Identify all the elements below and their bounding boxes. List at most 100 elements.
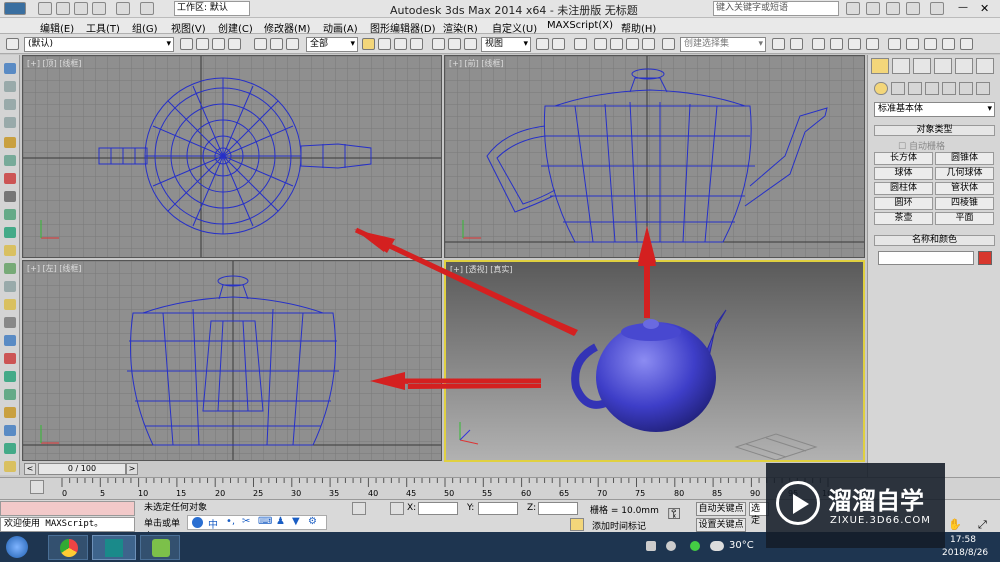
- shapes-icon[interactable]: [891, 82, 905, 95]
- add-time-tag[interactable]: 添加时间标记: [592, 519, 646, 532]
- pyramid-button[interactable]: 四棱锥: [935, 197, 994, 210]
- tool-icon-7[interactable]: [4, 173, 16, 184]
- set-key-mode-icon[interactable]: ⚿: [668, 504, 690, 526]
- teapot-button[interactable]: 茶壶: [874, 212, 933, 225]
- angle-snap-icon[interactable]: [610, 38, 623, 50]
- open-file-icon[interactable]: [56, 2, 70, 15]
- sphere-button[interactable]: 球体: [874, 167, 933, 180]
- ime-settings-icon[interactable]: ⚙: [308, 516, 317, 527]
- ime-mode[interactable]: 中: [208, 516, 218, 531]
- tool-icon-22[interactable]: [4, 443, 16, 454]
- subscription-icon[interactable]: [866, 2, 880, 15]
- viewport-front-label[interactable]: [+] [前] [线框]: [449, 58, 504, 69]
- ime-punctuation-icon[interactable]: •,: [226, 516, 235, 527]
- ime-scissors-icon[interactable]: ✂: [242, 516, 250, 527]
- communication-icon[interactable]: [886, 2, 900, 15]
- maxscript-mini-listener-top[interactable]: [0, 501, 135, 516]
- select-object-icon[interactable]: [362, 38, 375, 50]
- mirror-icon[interactable]: [772, 38, 785, 50]
- selection-filter-dropdown[interactable]: 全部: [306, 37, 358, 52]
- ime-toolbar[interactable]: 中 •, ✂ ⌨ ♟ ▼ ⚙: [187, 515, 327, 531]
- plane-button[interactable]: 平面: [935, 212, 994, 225]
- graphite-ribbon-icon[interactable]: [848, 38, 861, 50]
- tube-button[interactable]: 管状体: [935, 182, 994, 195]
- object-name-field[interactable]: [878, 251, 974, 265]
- helpers-icon[interactable]: [942, 82, 956, 95]
- tool-icon-12[interactable]: [4, 263, 16, 274]
- menu-group[interactable]: 组(G): [132, 20, 158, 35]
- curve-editor-icon[interactable]: [866, 38, 879, 50]
- tool-icon-5[interactable]: [4, 137, 16, 148]
- viewport-top-label[interactable]: [+] [顶] [线框]: [27, 58, 82, 69]
- tool-icon-4[interactable]: [4, 117, 16, 128]
- maxscript-listener[interactable]: 欢迎使用 MAXScript。: [0, 517, 135, 532]
- material-editor-icon[interactable]: [906, 38, 919, 50]
- menu-rendering[interactable]: 渲染(R): [443, 20, 478, 35]
- schematic-view-icon[interactable]: [888, 38, 901, 50]
- viewport-top[interactable]: [+] [顶] [线框]: [22, 55, 442, 258]
- add-to-layer-icon[interactable]: [212, 38, 225, 50]
- scene-explorer-icon[interactable]: [812, 38, 825, 50]
- modify-tab-icon[interactable]: [892, 58, 910, 74]
- new-file-icon[interactable]: [38, 2, 52, 15]
- absolute-mode-icon[interactable]: [390, 502, 404, 515]
- menu-animation[interactable]: 动画(A): [323, 20, 358, 35]
- taskbar-3dsmax[interactable]: [92, 535, 136, 560]
- ime-user-icon[interactable]: ♟: [276, 516, 285, 527]
- time-frame-indicator[interactable]: 0 / 100: [38, 463, 126, 475]
- create-tab-icon[interactable]: [871, 58, 889, 74]
- select-layer-icon[interactable]: [228, 38, 241, 50]
- tool-icon-16[interactable]: [4, 335, 16, 346]
- menu-modifiers[interactable]: 修改器(M): [264, 20, 310, 35]
- tool-icon-6[interactable]: [4, 155, 16, 166]
- time-slider[interactable]: < 0 / 100 >: [22, 462, 866, 476]
- tray-icon-3[interactable]: [690, 541, 700, 551]
- edit-named-selection-icon[interactable]: [662, 38, 675, 50]
- cameras-icon[interactable]: [925, 82, 939, 95]
- display-tab-icon[interactable]: [955, 58, 973, 74]
- autogrid-checkbox[interactable]: ☐ 自动栅格: [898, 139, 945, 152]
- rotate-icon[interactable]: [448, 38, 461, 50]
- layer-manager-icon[interactable]: [180, 38, 193, 50]
- tool-icon-19[interactable]: [4, 389, 16, 400]
- rollout-name-color[interactable]: 名称和颜色: [874, 235, 995, 246]
- select-manipulate-icon[interactable]: [552, 38, 565, 50]
- tool-icon-21[interactable]: [4, 425, 16, 436]
- ime-skin-icon[interactable]: ▼: [292, 516, 300, 527]
- snaps-toggle-icon[interactable]: [594, 38, 607, 50]
- project-folder-icon[interactable]: [140, 2, 154, 15]
- undo-button[interactable]: [6, 38, 19, 50]
- lights-icon[interactable]: [908, 82, 922, 95]
- pivot-center-icon[interactable]: [536, 38, 549, 50]
- start-button[interactable]: [6, 536, 28, 558]
- tool-icon-17[interactable]: [4, 353, 16, 364]
- viewport-perspective-label[interactable]: [+] [透视] [真实]: [450, 264, 513, 275]
- move-icon[interactable]: [432, 38, 445, 50]
- save-file-icon[interactable]: [74, 2, 88, 15]
- reference-coordinate-dropdown[interactable]: 视图: [481, 37, 531, 52]
- viewport-front[interactable]: [+] [前] [线框]: [444, 55, 865, 258]
- tool-icon-13[interactable]: [4, 281, 16, 292]
- y-coordinate-field[interactable]: [478, 502, 518, 515]
- spacewarps-icon[interactable]: [959, 82, 973, 95]
- scale-icon[interactable]: [464, 38, 477, 50]
- motion-tab-icon[interactable]: [934, 58, 952, 74]
- tool-icon-8[interactable]: [4, 191, 16, 202]
- utilities-tab-icon[interactable]: [976, 58, 994, 74]
- align-icon[interactable]: [790, 38, 803, 50]
- layer-dropdown[interactable]: (默认): [24, 37, 174, 52]
- tool-icon-18[interactable]: [4, 371, 16, 382]
- help-icon[interactable]: [930, 2, 944, 15]
- menu-help[interactable]: 帮助(H): [621, 20, 656, 35]
- graphite-tool-icon[interactable]: [4, 63, 16, 74]
- tool-icon-11[interactable]: [4, 245, 16, 256]
- spinner-snap-icon[interactable]: [642, 38, 655, 50]
- unlink-icon[interactable]: [270, 38, 283, 50]
- auto-key-button[interactable]: 自动关键点: [696, 502, 746, 516]
- minimize-icon[interactable]: —: [958, 2, 972, 15]
- geometry-icon[interactable]: [874, 82, 888, 95]
- bind-spacewarp-icon[interactable]: [286, 38, 299, 50]
- menu-customize[interactable]: 自定义(U): [492, 20, 537, 35]
- binoculars-icon[interactable]: [846, 2, 860, 15]
- close-icon[interactable]: ✕: [980, 2, 994, 15]
